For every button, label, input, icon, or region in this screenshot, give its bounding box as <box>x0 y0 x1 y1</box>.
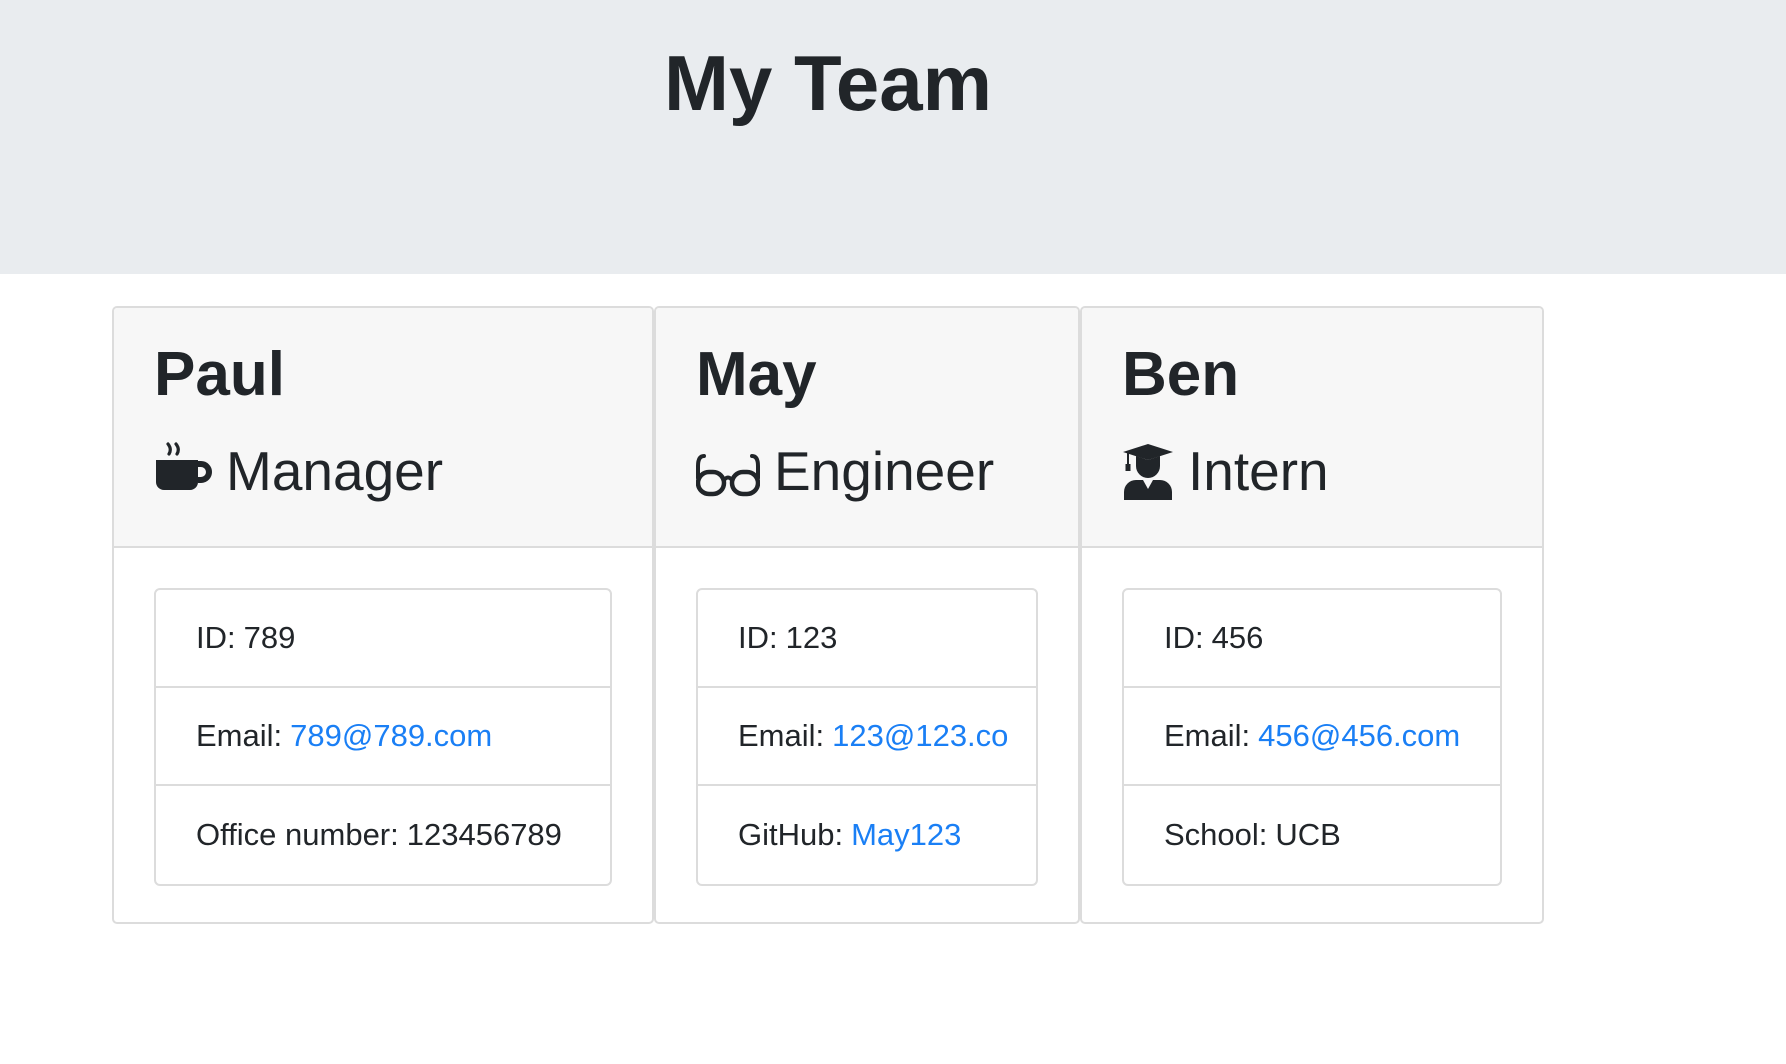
school-value: UCB <box>1275 817 1341 852</box>
list-item-office-number: Office number: 123456789 <box>156 786 610 884</box>
id-value: 123 <box>785 620 838 655</box>
school-label: School: <box>1164 817 1268 852</box>
email-link[interactable]: 789@789.com <box>290 718 492 754</box>
employee-role: Engineer <box>696 436 994 506</box>
employee-role-label: Manager <box>226 440 444 502</box>
card-header: Ben Intern <box>1082 308 1542 548</box>
id-label: ID: <box>196 620 236 655</box>
employee-card-manager: Paul Manager ID: 789 Email: 789@789.com … <box>112 306 654 924</box>
employee-role: Intern <box>1122 436 1329 506</box>
id-value: 789 <box>243 620 296 655</box>
glasses-icon <box>696 454 760 497</box>
email-label: Email: <box>196 718 283 753</box>
employee-name: May <box>696 340 817 409</box>
list-item-github: GitHub: May123 <box>698 786 1036 884</box>
coffee-mug-icon <box>156 442 212 490</box>
id-label: ID: <box>738 620 778 655</box>
github-link[interactable]: May123 <box>851 817 961 853</box>
list-item-email: Email: 456@456.com <box>1124 688 1500 786</box>
employee-role-label: Intern <box>1188 440 1329 502</box>
email-label: Email: <box>1164 718 1251 753</box>
card-header: May Engineer <box>656 308 1078 548</box>
page-title: My Team <box>664 39 992 127</box>
office-number-value: 123456789 <box>406 817 562 852</box>
list-item-email: Email: 123@123.co <box>698 688 1036 786</box>
employee-name: Paul <box>154 340 285 409</box>
email-link[interactable]: 456@456.com <box>1258 718 1460 754</box>
card-header: Paul Manager <box>114 308 652 548</box>
employee-card-intern: Ben Intern ID: 456 Email: 456@456.com Sc… <box>1080 306 1544 924</box>
page-header: My Team <box>0 0 1786 274</box>
employee-card-engineer: May Engineer ID: 123 Email: 123@123.co G… <box>654 306 1080 924</box>
list-item-id: ID: 456 <box>1124 590 1500 688</box>
employee-details-list: ID: 456 Email: 456@456.com School: UCB <box>1122 588 1502 886</box>
list-item-id: ID: 789 <box>156 590 610 688</box>
office-number-label: Office number: <box>196 817 399 852</box>
email-link[interactable]: 123@123.co <box>832 718 1008 754</box>
employee-details-list: ID: 789 Email: 789@789.com Office number… <box>154 588 612 886</box>
id-label: ID: <box>1164 620 1204 655</box>
employee-details-list: ID: 123 Email: 123@123.co GitHub: May123 <box>696 588 1038 886</box>
employee-role: Manager <box>154 436 443 506</box>
email-label: Email: <box>738 718 825 753</box>
graduate-icon <box>1123 444 1173 500</box>
list-item-school: School: UCB <box>1124 786 1500 884</box>
id-value: 456 <box>1211 620 1264 655</box>
employee-name: Ben <box>1122 340 1240 409</box>
employee-role-label: Engineer <box>774 440 995 502</box>
github-label: GitHub: <box>738 817 844 852</box>
list-item-email: Email: 789@789.com <box>156 688 610 786</box>
list-item-id: ID: 123 <box>698 590 1036 688</box>
